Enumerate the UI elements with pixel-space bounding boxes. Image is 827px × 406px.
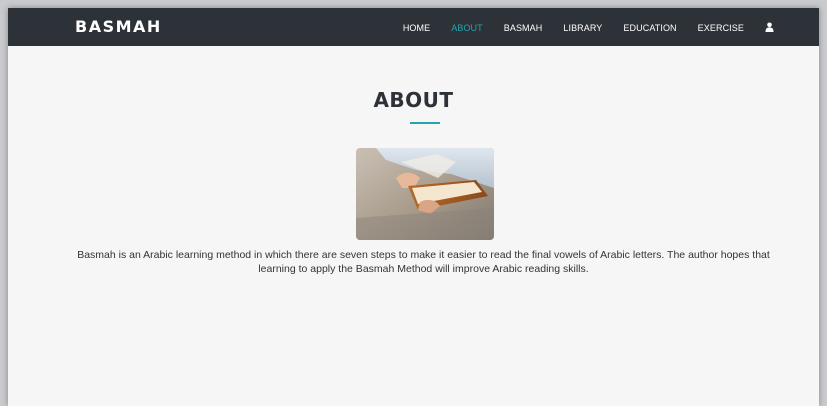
about-image: [356, 148, 494, 240]
browser-viewport: BASMAH HOME ABOUT BASMAH LIBRARY EDUCATI…: [8, 8, 819, 406]
about-description: Basmah is an Arabic learning method in w…: [77, 249, 770, 275]
nav-item-exercise: EXERCISE: [698, 18, 744, 36]
nav-link-home[interactable]: HOME: [403, 23, 430, 33]
user-icon[interactable]: [765, 19, 774, 32]
nav-link-basmah[interactable]: BASMAH: [504, 23, 543, 33]
brand-logo[interactable]: BASMAH: [75, 17, 162, 36]
nav-link-library[interactable]: LIBRARY: [563, 23, 602, 33]
nav-item-education: EDUCATION: [623, 18, 676, 36]
nav-item-library: LIBRARY: [563, 18, 602, 36]
nav-item-about: ABOUT: [451, 18, 483, 36]
title-underline: [410, 122, 440, 124]
page-title: ABOUT: [373, 88, 454, 112]
navbar: BASMAH HOME ABOUT BASMAH LIBRARY EDUCATI…: [8, 8, 819, 46]
nav-item-home: HOME: [403, 18, 430, 36]
nav-item-basmah: BASMAH: [504, 18, 543, 36]
nav-link-about[interactable]: ABOUT: [451, 23, 483, 33]
nav-menu: HOME ABOUT BASMAH LIBRARY EDUCATION EXER…: [382, 8, 774, 46]
nav-item-user: [765, 18, 774, 36]
nav-link-exercise[interactable]: EXERCISE: [698, 23, 744, 33]
nav-link-education[interactable]: EDUCATION: [623, 23, 676, 33]
